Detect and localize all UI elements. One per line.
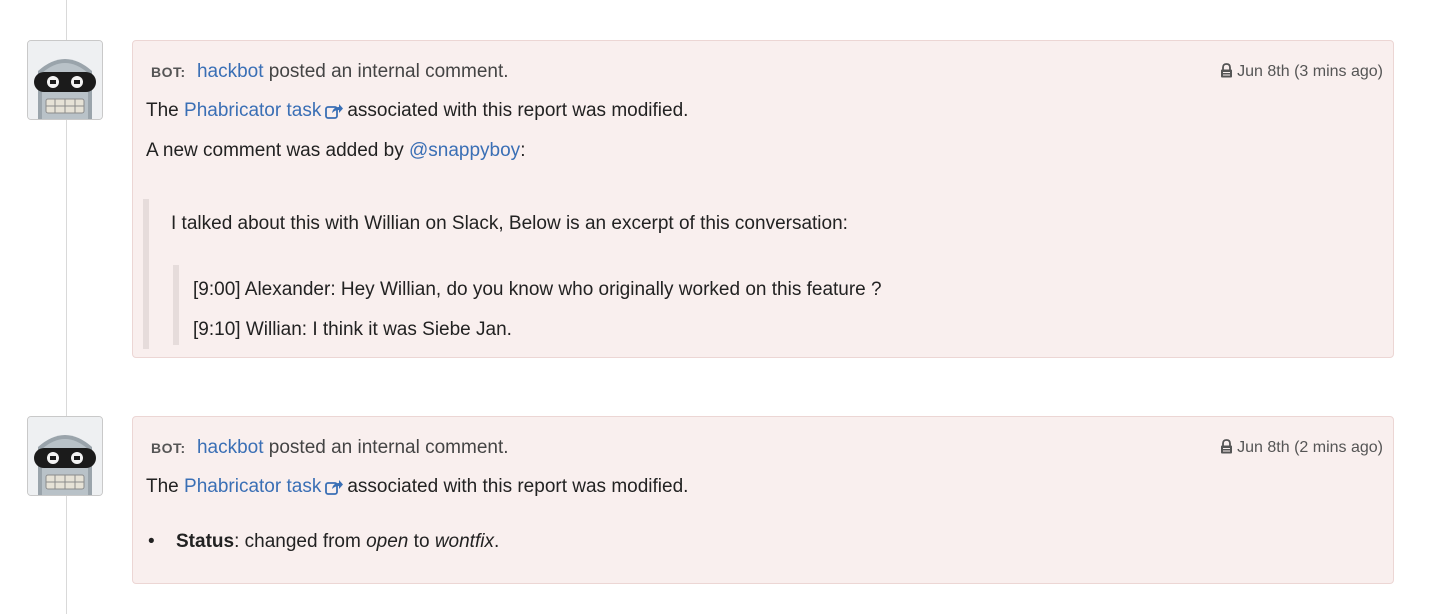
status-change-line: Status: changed from open to wontfix. [176,529,1383,555]
phabricator-task-link[interactable]: Phabricator task [184,100,321,121]
timestamp-text: Jun 8th (2 mins ago) [1237,439,1383,456]
bullet-icon: • [148,531,155,552]
comment-header: BOT: hackbot posted an internal comment.… [151,59,1383,85]
text: . [493,531,500,552]
nested-blockquote-bar [173,265,179,345]
text: : changed from [234,531,361,552]
bot-label: BOT: [151,64,186,80]
external-link-icon[interactable] [325,101,344,127]
text: : [520,140,526,161]
quote-text: I talked about this with Willian on Slac… [171,213,848,234]
mention-link[interactable]: @snappyboy [409,140,520,161]
bot-label: BOT: [151,440,186,456]
user-link[interactable]: hackbot [197,61,264,82]
text: to [413,531,430,552]
text: associated with this report was modified… [347,476,689,497]
text: The [146,100,179,121]
blockquote-bar [143,199,149,349]
comment-card: BOT: hackbot posted an internal comment.… [132,40,1394,358]
comment-card: BOT: hackbot posted an internal comment.… [132,416,1394,584]
task-modified-line: The Phabricator task associated with thi… [146,98,1383,127]
status-to: wontfix [434,531,494,552]
comment-header: BOT: hackbot posted an internal comment.… [151,435,1383,461]
phabricator-task-link[interactable]: Phabricator task [184,476,321,497]
text: The [146,476,179,497]
lock-icon [1220,437,1233,463]
comment-added-line: A new comment was added by @snappyboy: [146,138,1383,164]
external-link-icon[interactable] [325,477,344,503]
action-text: posted an internal comment. [268,61,509,82]
timestamp[interactable]: Jun 8th (3 mins ago) [1220,59,1383,87]
task-modified-line: The Phabricator task associated with thi… [146,474,1383,503]
timestamp-text: Jun 8th (3 mins ago) [1237,63,1383,80]
nested-quote-line: [9:00] Alexander: Hey Willian, do you kn… [193,279,882,300]
nested-quote-line: [9:10] Willian: I think it was Siebe Jan… [193,319,512,340]
robot-avatar-icon[interactable] [27,416,103,496]
timestamp[interactable]: Jun 8th (2 mins ago) [1220,435,1383,463]
action-text: posted an internal comment. [268,437,509,458]
status-label: Status [176,531,235,552]
text: associated with this report was modified… [347,100,689,121]
robot-avatar-icon[interactable] [27,40,103,120]
user-link[interactable]: hackbot [197,437,264,458]
lock-icon [1220,61,1233,87]
text: A new comment was added by [146,140,404,161]
status-from: open [366,531,409,552]
